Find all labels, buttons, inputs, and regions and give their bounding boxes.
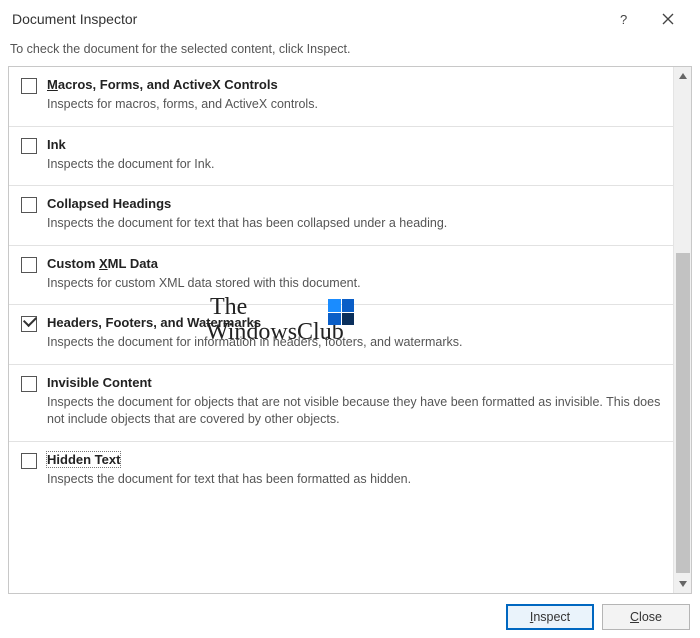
help-button[interactable]: ? (602, 5, 646, 33)
option-title: Collapsed Headings (47, 196, 661, 211)
option-description: Inspects for macros, forms, and ActiveX … (47, 96, 661, 114)
chevron-up-icon (679, 72, 687, 80)
instruction-text: To check the document for the selected c… (0, 36, 700, 66)
option-checkbox[interactable] (21, 316, 37, 332)
option-checkbox[interactable] (21, 138, 37, 154)
svg-text:?: ? (620, 13, 627, 25)
option-description: Inspects the document for text that has … (47, 471, 661, 489)
option-item: Headers, Footers, and Watermarks Inspects… (9, 305, 673, 365)
dialog-title: Document Inspector (12, 11, 602, 27)
option-checkbox[interactable] (21, 78, 37, 94)
scroll-down-button[interactable] (674, 575, 691, 593)
option-description: Inspects for custom XML data stored with… (47, 275, 661, 293)
scroll-up-button[interactable] (674, 67, 691, 85)
help-icon: ? (618, 13, 630, 25)
option-item: Macros, Forms, and ActiveX Controls Inspe… (9, 67, 673, 127)
chevron-down-icon (679, 580, 687, 588)
option-title: Invisible Content (47, 375, 661, 390)
options-panel: Macros, Forms, and ActiveX Controls Inspe… (8, 66, 692, 594)
close-icon (662, 13, 674, 25)
option-title: Headers, Footers, and Watermarks (47, 315, 661, 330)
close-button[interactable]: Close (602, 604, 690, 630)
option-checkbox[interactable] (21, 197, 37, 213)
option-title: Hidden Text (47, 452, 661, 467)
close-window-button[interactable] (646, 5, 690, 33)
option-item: Hidden Text Inspects the document for tex… (9, 442, 673, 501)
option-title: Macros, Forms, and ActiveX Controls (47, 77, 661, 92)
option-item: Ink Inspects the document for Ink. (9, 127, 673, 187)
option-checkbox[interactable] (21, 257, 37, 273)
vertical-scrollbar[interactable] (673, 67, 691, 593)
option-title: Custom XML Data (47, 256, 661, 271)
option-title: Ink (47, 137, 661, 152)
option-item: Collapsed Headings Inspects the document … (9, 186, 673, 246)
option-description: Inspects the document for text that has … (47, 215, 661, 233)
option-item: Custom XML Data Inspects for custom XML d… (9, 246, 673, 306)
option-checkbox[interactable] (21, 453, 37, 469)
scrollbar-thumb[interactable] (676, 253, 690, 573)
option-item: Invisible Content Inspects the document f… (9, 365, 673, 442)
options-list: Macros, Forms, and ActiveX Controls Inspe… (9, 67, 673, 593)
option-description: Inspects the document for Ink. (47, 156, 661, 174)
option-description: Inspects the document for information in… (47, 334, 661, 352)
dialog-titlebar: Document Inspector ? (0, 0, 700, 36)
option-checkbox[interactable] (21, 376, 37, 392)
inspect-button[interactable]: Inspect (506, 604, 594, 630)
dialog-footer: Inspect Close (0, 594, 700, 630)
option-description: Inspects the document for objects that a… (47, 394, 661, 429)
